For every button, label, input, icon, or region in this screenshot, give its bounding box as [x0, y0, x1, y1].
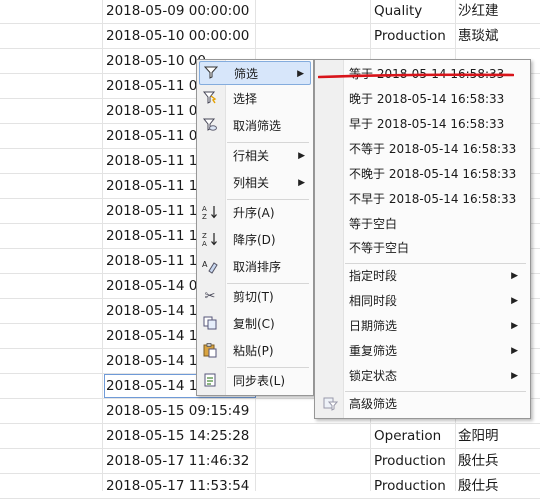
- submenu-item-date-filter[interactable]: 日期筛选 ▶: [317, 314, 528, 338]
- filter-submenu: 等于 2018-05-14 16:58:33 晚于 2018-05-14 16:…: [314, 59, 531, 419]
- menu-item-row-related[interactable]: 行相关 ▶: [199, 144, 311, 168]
- menu-item-clear-sort[interactable]: A 取消排序: [199, 255, 311, 279]
- submenu-item-not-later[interactable]: 不晚于 2018-05-14 16:58:33: [317, 162, 528, 186]
- submenu-item-specified-period[interactable]: 指定时段 ▶: [317, 264, 528, 288]
- chevron-right-icon: ▶: [511, 271, 518, 281]
- table-row: 2018-05-15 14:25:28 Operation 金阳明: [0, 424, 540, 449]
- date-cell[interactable]: 2018-05-17 11:46:32: [104, 449, 256, 473]
- svg-text:Z: Z: [202, 232, 207, 240]
- submenu-item-not-equal[interactable]: 不等于 2018-05-14 16:58:33: [317, 137, 528, 161]
- table-row: 2018-05-09 00:00:00 Quality 沙红建: [0, 0, 540, 24]
- date-cell[interactable]: 2018-05-09 00:00:00: [104, 0, 256, 23]
- submenu-item-earlier-than[interactable]: 早于 2018-05-14 16:58:33: [317, 112, 528, 136]
- chevron-right-icon: ▶: [298, 178, 305, 188]
- menu-item-paste[interactable]: 粘贴(P): [199, 339, 311, 363]
- table-row: 2018-05-17 11:53:54 Production 殷仕兵: [0, 474, 540, 499]
- annotation-underline: [318, 73, 514, 79]
- menu-separator: [227, 283, 309, 284]
- date-cell[interactable]: 2018-05-15 14:25:28: [104, 424, 256, 448]
- submenu-item-not-equal-blank[interactable]: 不等于空白: [317, 236, 528, 260]
- menu-separator: [227, 142, 309, 143]
- name-cell[interactable]: 惠琰斌: [458, 24, 540, 48]
- svg-text:A: A: [202, 240, 207, 247]
- context-menu: 筛选 ▶ 选择 取消筛选 行相关 ▶ 列相关 ▶ AZ 升序(A) ZA 降序(…: [196, 59, 314, 396]
- menu-item-column-related[interactable]: 列相关 ▶: [199, 171, 311, 195]
- submenu-item-same-period[interactable]: 相同时段 ▶: [317, 289, 528, 313]
- department-cell[interactable]: Production: [374, 474, 456, 498]
- sort-descending-icon: ZA: [201, 231, 219, 249]
- menu-item-sort-ascending[interactable]: AZ 升序(A): [199, 201, 311, 225]
- submenu-item-equal-blank[interactable]: 等于空白: [317, 212, 528, 236]
- menu-item-clear-filter[interactable]: 取消筛选: [199, 114, 311, 138]
- department-cell[interactable]: Operation: [374, 424, 456, 448]
- submenu-item-advanced-filter[interactable]: 高级筛选: [317, 392, 528, 416]
- svg-text:A: A: [202, 205, 207, 213]
- svg-text:Z: Z: [202, 213, 207, 220]
- chevron-right-icon: ▶: [511, 371, 518, 381]
- name-cell[interactable]: 殷仕兵: [458, 474, 540, 498]
- scissors-icon: ✂: [204, 289, 216, 304]
- advanced-filter-icon: [321, 395, 339, 413]
- date-cell[interactable]: 2018-05-15 09:15:49: [104, 399, 256, 423]
- menu-item-filter[interactable]: 筛选 ▶: [199, 61, 311, 85]
- submenu-item-duplicate-filter[interactable]: 重复筛选 ▶: [317, 339, 528, 363]
- name-cell[interactable]: 殷仕兵: [458, 449, 540, 473]
- clear-sort-icon: A: [201, 258, 219, 276]
- department-cell[interactable]: Production: [374, 449, 456, 473]
- chevron-right-icon: ▶: [511, 321, 518, 331]
- select-icon: [201, 90, 219, 108]
- chevron-right-icon: ▶: [511, 346, 518, 356]
- menu-item-sync-table[interactable]: 同步表(L): [199, 369, 311, 393]
- date-cell[interactable]: 2018-05-10 00:00:00: [104, 24, 256, 48]
- submenu-item-later-than[interactable]: 晚于 2018-05-14 16:58:33: [317, 87, 528, 111]
- name-cell[interactable]: 沙红建: [458, 0, 540, 23]
- department-cell[interactable]: Production: [374, 24, 456, 48]
- menu-separator: [227, 367, 309, 368]
- date-cell[interactable]: 2018-05-17 11:53:54: [104, 474, 256, 498]
- name-cell[interactable]: 金阳明: [458, 424, 540, 448]
- department-cell[interactable]: Quality: [374, 0, 456, 23]
- sync-table-icon: [201, 372, 219, 390]
- menu-item-cut[interactable]: ✂ 剪切(T): [199, 285, 311, 309]
- chevron-right-icon: ▶: [298, 151, 305, 161]
- sort-ascending-icon: AZ: [201, 204, 219, 222]
- menu-separator: [227, 199, 309, 200]
- copy-icon: [201, 315, 219, 333]
- submenu-item-lock-status[interactable]: 锁定状态 ▶: [317, 364, 528, 388]
- table-row: 2018-05-17 11:46:32 Production 殷仕兵: [0, 449, 540, 474]
- chevron-right-icon: ▶: [297, 69, 304, 79]
- menu-item-select[interactable]: 选择: [199, 87, 311, 111]
- menu-item-copy[interactable]: 复制(C): [199, 312, 311, 336]
- table-row: 2018-05-10 00:00:00 Production 惠琰斌: [0, 24, 540, 49]
- svg-text:A: A: [202, 260, 208, 269]
- submenu-item-not-earlier[interactable]: 不早于 2018-05-14 16:58:33: [317, 187, 528, 211]
- menu-item-sort-descending[interactable]: ZA 降序(D): [199, 228, 311, 252]
- chevron-right-icon: ▶: [511, 296, 518, 306]
- filter-icon: [202, 65, 220, 83]
- paste-icon: [201, 342, 219, 360]
- clear-filter-icon: [201, 117, 219, 135]
